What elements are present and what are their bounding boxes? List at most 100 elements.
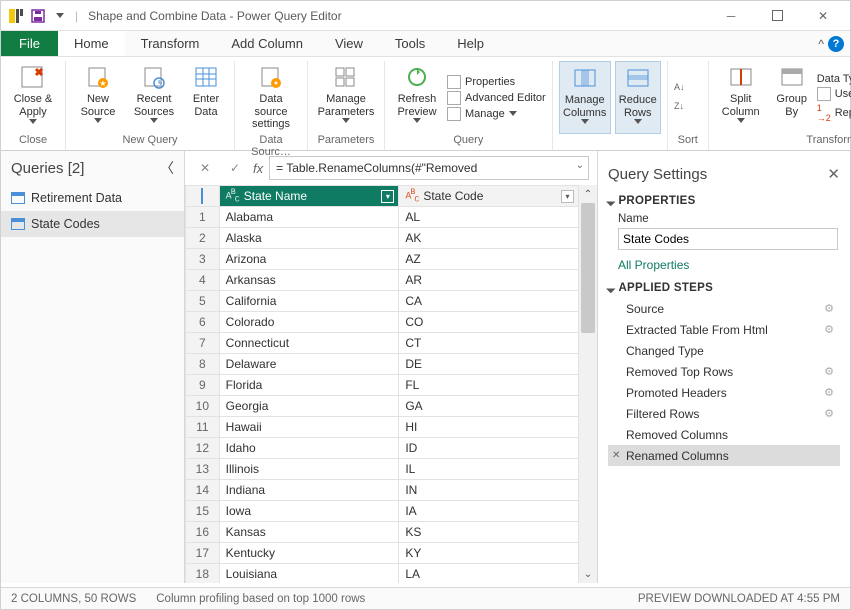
cell-state-name[interactable]: California [219,291,399,312]
tab-add-column[interactable]: Add Column [215,31,319,56]
formula-input[interactable]: = Table.RenameColumns(#"Removed⌄ [269,156,589,180]
query-item-retirement[interactable]: Retirement Data [1,185,184,211]
table-row[interactable]: 18LouisianaLA [186,564,579,584]
cell-state-name[interactable]: Illinois [219,459,399,480]
vertical-scrollbar[interactable]: ⌃ ⌄ [579,185,597,583]
reduce-rows-button[interactable]: Reduce Rows [615,61,661,134]
close-settings-icon[interactable]: ✕ [827,165,840,183]
cell-state-code[interactable]: IA [399,501,579,522]
cell-state-name[interactable]: Alaska [219,228,399,249]
table-row[interactable]: 16KansasKS [186,522,579,543]
cell-state-code[interactable]: AL [399,207,579,228]
cell-state-code[interactable]: CA [399,291,579,312]
help-icon[interactable]: ? [828,36,844,52]
column-filter-icon[interactable]: ▾ [561,190,574,203]
table-row[interactable]: 5CaliforniaCA [186,291,579,312]
applied-step[interactable]: Filtered Rows⚙ [608,403,840,424]
cell-state-name[interactable]: Arkansas [219,270,399,291]
cell-state-code[interactable]: IN [399,480,579,501]
table-row[interactable]: 13IllinoisIL [186,459,579,480]
applied-step[interactable]: Source⚙ [608,298,840,319]
applied-step[interactable]: ✕Renamed Columns [608,445,840,466]
sort-asc-button[interactable]: A↓ [674,80,702,97]
cell-state-code[interactable]: KS [399,522,579,543]
refresh-preview-button[interactable]: Refresh Preview [391,61,443,134]
cell-state-name[interactable]: Georgia [219,396,399,417]
gear-icon[interactable]: ⚙ [824,386,834,399]
column-header-state-code[interactable]: ABCState Code▾ [399,186,579,207]
recent-sources-button[interactable]: Recent Sources [128,61,180,134]
cell-state-code[interactable]: ID [399,438,579,459]
table-row[interactable]: 17KentuckyKY [186,543,579,564]
table-row[interactable]: 1AlabamaAL [186,207,579,228]
cell-state-name[interactable]: Idaho [219,438,399,459]
tab-tools[interactable]: Tools [379,31,441,56]
cell-state-name[interactable]: Iowa [219,501,399,522]
table-row[interactable]: 6ColoradoCO [186,312,579,333]
collapse-queries-icon[interactable]: 〈 [160,158,174,178]
table-row[interactable]: 15IowaIA [186,501,579,522]
cell-state-code[interactable]: CT [399,333,579,354]
cell-state-name[interactable]: Florida [219,375,399,396]
cell-state-name[interactable]: Kansas [219,522,399,543]
data-source-settings-button[interactable]: Data source settings [241,61,301,134]
accept-formula-icon[interactable]: ✓ [223,156,247,180]
applied-step[interactable]: Extracted Table From Html⚙ [608,319,840,340]
manage-parameters-button[interactable]: Manage Parameters [314,61,378,134]
minimize-button[interactable]: ─ [708,1,754,31]
gear-icon[interactable]: ⚙ [824,302,834,315]
cell-state-name[interactable]: Hawaii [219,417,399,438]
tab-view[interactable]: View [319,31,379,56]
applied-step[interactable]: Changed Type [608,340,840,361]
cell-state-name[interactable]: Indiana [219,480,399,501]
column-header-state-name[interactable]: ABCState Name▾ [219,186,399,207]
gear-icon[interactable]: ⚙ [824,365,834,378]
manage-columns-button[interactable]: Manage Columns [559,61,611,134]
advanced-editor-button[interactable]: Advanced Editor [447,91,546,105]
qat-dropdown-icon[interactable] [51,7,69,25]
tab-help[interactable]: Help [441,31,500,56]
scroll-thumb[interactable] [581,203,595,333]
tab-transform[interactable]: Transform [125,31,216,56]
cell-state-name[interactable]: Kentucky [219,543,399,564]
cell-state-code[interactable]: AZ [399,249,579,270]
tab-home[interactable]: Home [58,31,125,56]
cell-state-code[interactable]: CO [399,312,579,333]
cell-state-code[interactable]: HI [399,417,579,438]
cell-state-code[interactable]: LA [399,564,579,584]
applied-step[interactable]: Removed Top Rows⚙ [608,361,840,382]
collapse-ribbon-icon[interactable]: ^ [818,37,824,51]
cell-state-code[interactable]: AR [399,270,579,291]
cell-state-code[interactable]: KY [399,543,579,564]
cell-state-code[interactable]: AK [399,228,579,249]
sort-desc-button[interactable]: Z↓ [674,99,702,116]
close-button[interactable]: ✕ [800,1,846,31]
table-row[interactable]: 11HawaiiHI [186,417,579,438]
formula-expand-icon[interactable]: ⌄ [576,160,584,171]
table-row[interactable]: 12IdahoID [186,438,579,459]
cancel-formula-icon[interactable]: ✕ [193,156,217,180]
new-source-button[interactable]: ★New Source [72,61,124,134]
query-name-input[interactable] [618,228,838,250]
scroll-up-icon[interactable]: ⌃ [579,185,597,203]
cell-state-code[interactable]: GA [399,396,579,417]
tab-file[interactable]: File [1,31,58,56]
close-apply-button[interactable]: Close & Apply [7,61,59,134]
table-row[interactable]: 2AlaskaAK [186,228,579,249]
column-filter-icon[interactable]: ▾ [381,190,394,203]
table-row[interactable]: 7ConnecticutCT [186,333,579,354]
table-row[interactable]: 14IndianaIN [186,480,579,501]
group-by-button[interactable]: Group By [771,61,813,134]
table-row[interactable]: 4ArkansasAR [186,270,579,291]
properties-button[interactable]: Properties [447,75,546,89]
table-row[interactable]: 10GeorgiaGA [186,396,579,417]
corner-cell[interactable] [186,186,220,207]
table-row[interactable]: 8DelawareDE [186,354,579,375]
table-row[interactable]: 9FloridaFL [186,375,579,396]
scroll-down-icon[interactable]: ⌄ [579,565,597,583]
cell-state-code[interactable]: FL [399,375,579,396]
data-grid[interactable]: ABCState Name▾ ABCState Code▾ 1AlabamaAL… [185,185,579,583]
cell-state-name[interactable]: Connecticut [219,333,399,354]
applied-steps-section[interactable]: APPLIED STEPS [608,282,840,294]
cell-state-name[interactable]: Louisiana [219,564,399,584]
